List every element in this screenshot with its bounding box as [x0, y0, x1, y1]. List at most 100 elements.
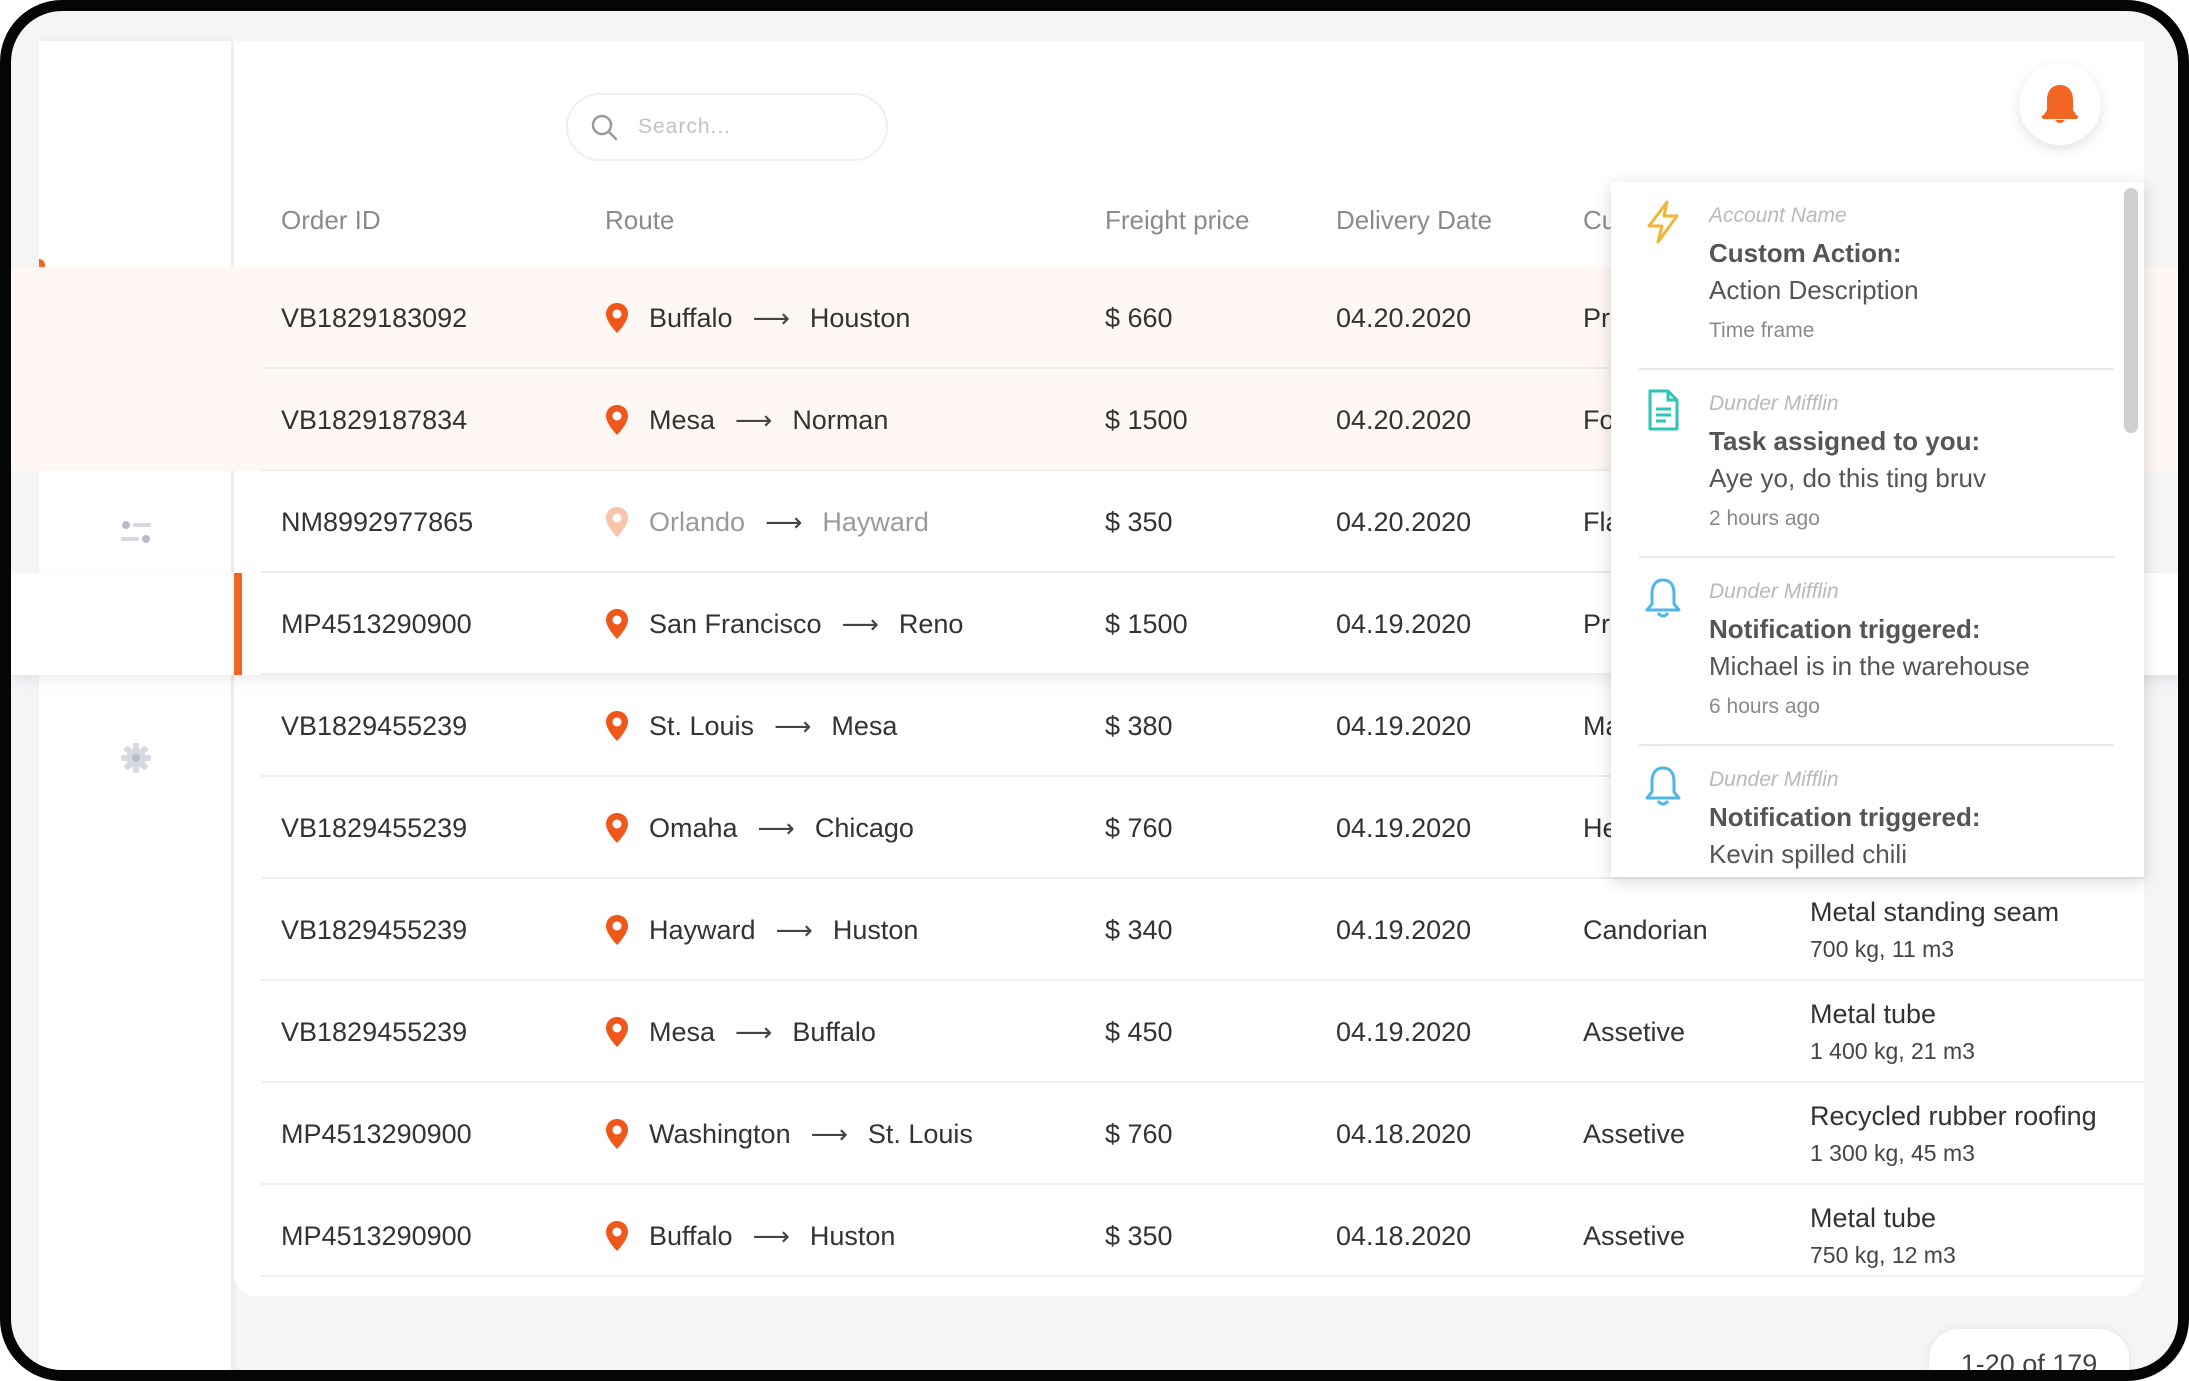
bell-icon [1643, 764, 1683, 813]
header-freight-price[interactable]: Freight price [1105, 181, 1250, 267]
notifications-button[interactable] [2019, 63, 2101, 145]
bell-icon [2042, 85, 2078, 123]
search-input[interactable] [636, 114, 840, 140]
map-pin-icon [605, 404, 629, 436]
header-delivery-date[interactable]: Delivery Date [1336, 181, 1492, 267]
route-cell: St. Louis ⟶ Mesa [605, 675, 897, 777]
route-from: Orlando [649, 506, 746, 537]
route-cell: Buffalo ⟶ Huston [605, 1185, 895, 1287]
route-from: San Francisco [649, 608, 822, 639]
header-route[interactable]: Route [605, 181, 674, 267]
freight-price-cell: $ 760 [1105, 812, 1173, 843]
notification-card[interactable]: Dunder Mifflin Notification triggered: Mic… [1639, 558, 2114, 746]
search-icon [591, 114, 618, 141]
table-row[interactable]: VB1829455239 Hayward ⟶ Huston $ 340 04.19.202… [11, 879, 2178, 981]
route-cell: Mesa ⟶ Buffalo [605, 981, 876, 1083]
route-cell: Omaha ⟶ Chicago [605, 777, 914, 879]
map-pin-icon [605, 1118, 629, 1150]
delivery-date-cell: 04.19.2020 [1336, 710, 1472, 741]
freight-price-cell: $ 350 [1105, 506, 1173, 537]
route-from: Washington [649, 1118, 791, 1149]
route-arrow: ⟶ [775, 914, 813, 945]
route-from: Hayward [649, 914, 756, 945]
notification-account: Dunder Mifflin [1709, 768, 1839, 791]
freight-price-cell: $ 380 [1105, 710, 1173, 741]
delivery-date-cell: 04.20.2020 [1336, 506, 1472, 537]
route-to: Hayward [822, 506, 929, 537]
notification-title: Notification triggered: [1709, 802, 1981, 832]
notifications-panel: Account Name Custom Action: Action Descrip… [1611, 182, 2144, 877]
route-arrow: ⟶ [841, 608, 879, 639]
delivery-date-cell: 04.18.2020 [1336, 1220, 1472, 1251]
cargo-cell: Metal standing seam 700 kg, 11 m3 [1810, 879, 2059, 981]
document-icon [1643, 388, 1683, 437]
device-frame: Order ID Route Freight price Delivery Da… [0, 0, 2189, 1381]
route-from: Omaha [649, 812, 738, 843]
route-cell: Mesa ⟶ Norman [605, 369, 888, 471]
table-row[interactable]: VB1829455239 Mesa ⟶ Buffalo $ 450 04.19.2020 A… [11, 981, 2178, 1083]
route-arrow: ⟶ [765, 506, 803, 537]
header-customer[interactable]: Cu [1583, 181, 1613, 267]
notification-title: Task assigned to you: [1709, 426, 1981, 456]
route-arrow: ⟶ [752, 1220, 790, 1251]
notification-card[interactable]: Dunder Mifflin Notification triggered: Kev… [1639, 746, 2114, 877]
map-pin-icon [605, 506, 629, 538]
route-arrow: ⟶ [735, 404, 773, 435]
customer-cell: Assetive [1583, 1220, 1686, 1251]
freight-price-cell: $ 350 [1105, 1220, 1173, 1251]
route-to: St. Louis [867, 1118, 973, 1149]
order-id-cell: VB1829455239 [281, 1016, 468, 1047]
map-pin-icon [605, 1220, 629, 1252]
customer-cell: Pr [1583, 608, 1610, 639]
delivery-date-cell: 04.18.2020 [1336, 1118, 1472, 1149]
cargo-details: 1 400 kg, 21 m3 [1810, 1038, 1975, 1064]
cargo-name: Metal standing seam [1810, 897, 2060, 927]
customer-cell: Assetive [1583, 1016, 1686, 1047]
notification-title: Custom Action: [1709, 238, 1902, 268]
route-from: Buffalo [649, 302, 733, 333]
freight-price-cell: $ 1500 [1105, 404, 1188, 435]
map-pin-icon [605, 608, 629, 640]
cargo-details: 1 300 kg, 45 m3 [1810, 1140, 1975, 1166]
route-arrow: ⟶ [810, 1118, 848, 1149]
customer-cell: Candorian [1583, 914, 1708, 945]
notification-description: Aye yo, do this ting bruv [1709, 463, 1987, 493]
header-order-id[interactable]: Order ID [281, 181, 381, 267]
cargo-cell: Recycled rubber roofing 1 300 kg, 45 m3 [1810, 1083, 2097, 1185]
route-to: Chicago [814, 812, 914, 843]
route-from: Buffalo [649, 1220, 733, 1251]
customer-cell: Fo [1583, 404, 1615, 435]
delivery-date-cell: 04.19.2020 [1336, 1016, 1472, 1047]
table-row[interactable]: MP4513290900 Buffalo ⟶ Huston $ 350 04.18.202… [11, 1185, 2178, 1277]
order-id-cell: VB1829187834 [281, 404, 468, 435]
order-id-cell: MP4513290900 [281, 608, 472, 639]
notification-card[interactable]: Account Name Custom Action: Action Descrip… [1639, 182, 2114, 370]
notification-account: Dunder Mifflin [1709, 580, 1839, 603]
lightning-icon [1643, 200, 1683, 249]
route-arrow: ⟶ [774, 710, 812, 741]
pagination-label: 1-20 of 179 [1929, 1329, 2129, 1370]
table-row[interactable]: MP4513290900 Washington ⟶ St. Louis $ 760 04.… [11, 1083, 2178, 1185]
search-bar[interactable] [566, 93, 888, 161]
freight-price-cell: $ 1500 [1105, 608, 1188, 639]
route-arrow: ⟶ [757, 812, 795, 843]
customer-cell: Assetive [1583, 1118, 1686, 1149]
map-pin-icon [605, 710, 629, 742]
notifications-scrollbar[interactable] [2124, 188, 2138, 433]
order-id-cell: MP4513290900 [281, 1220, 472, 1251]
row-divider [261, 1275, 2144, 1277]
order-id-cell: VB1829455239 [281, 710, 468, 741]
order-id-cell: VB1829183092 [281, 302, 468, 333]
notification-account: Dunder Mifflin [1709, 392, 1839, 415]
notification-card[interactable]: Dunder Mifflin Task assigned to you: Aye y… [1639, 370, 2114, 558]
route-to: Huston [809, 1220, 896, 1251]
map-pin-icon [605, 812, 629, 844]
route-to: Buffalo [792, 1016, 876, 1047]
cargo-name: Metal tube [1810, 999, 1937, 1029]
route-arrow: ⟶ [735, 1016, 773, 1047]
cargo-details: 700 kg, 11 m3 [1810, 936, 1955, 962]
order-id-cell: NM8992977865 [281, 506, 474, 537]
route-arrow: ⟶ [752, 302, 790, 333]
delivery-date-cell: 04.20.2020 [1336, 302, 1472, 333]
route-from: Mesa [649, 404, 716, 435]
